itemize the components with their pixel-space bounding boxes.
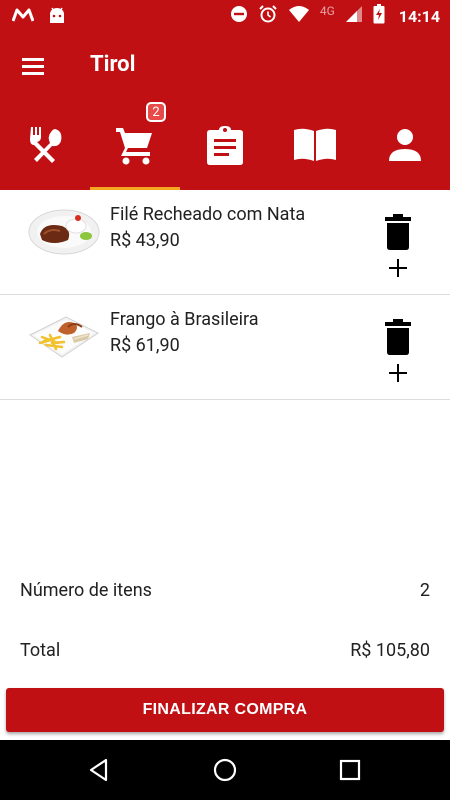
- m-app-icon: [11, 7, 35, 27]
- steak-dish-image: [28, 204, 100, 256]
- plus-icon: [386, 259, 410, 284]
- trash-icon: [384, 319, 412, 359]
- back-button[interactable]: [86, 756, 114, 784]
- alarm-icon: [258, 4, 278, 28]
- item-price: R$ 61,90: [110, 335, 180, 356]
- total-value: R$ 105,80: [350, 640, 430, 661]
- recents-icon: [336, 759, 364, 788]
- battery-icon: [373, 4, 385, 28]
- signal-icon: [345, 5, 363, 27]
- home-icon: [211, 758, 239, 788]
- increase-quantity-button[interactable]: [386, 256, 410, 280]
- book-icon: [293, 127, 337, 163]
- cart-badge: 2: [146, 102, 166, 122]
- menu-icon: [20, 58, 46, 86]
- remove-item-button[interactable]: [384, 319, 412, 355]
- app-title: Tirol: [90, 52, 136, 77]
- total-row: Total R$ 105,80: [20, 640, 430, 661]
- back-icon: [86, 758, 114, 788]
- cart-item: Frango à Brasileira R$ 61,90: [0, 295, 450, 400]
- tab-menu[interactable]: [0, 100, 90, 190]
- do-not-disturb-icon: [230, 5, 248, 27]
- tab-bar: 2: [0, 100, 450, 190]
- total-label: Total: [20, 640, 61, 661]
- clipboard-icon: [206, 125, 244, 165]
- item-count-row: Número de itens 2: [20, 580, 430, 601]
- cart-icon: [114, 124, 156, 166]
- item-count-label: Número de itens: [20, 580, 152, 601]
- android-icon: [48, 6, 66, 28]
- cart-item: Filé Recheado com Nata R$ 43,90: [0, 190, 450, 295]
- system-nav-bar: [0, 740, 450, 800]
- tab-about[interactable]: [270, 100, 360, 190]
- menu-button[interactable]: [20, 52, 50, 82]
- home-button[interactable]: [211, 756, 239, 784]
- chicken-fries-dish-image: [28, 309, 100, 361]
- checkout-button[interactable]: FINALIZAR COMPRA: [6, 688, 444, 732]
- remove-item-button[interactable]: [384, 214, 412, 250]
- tab-cart[interactable]: 2: [90, 100, 180, 190]
- utensils-icon: [25, 125, 65, 165]
- app-bar: Tirol: [0, 32, 450, 100]
- wifi-icon: [288, 5, 310, 27]
- item-name: Filé Recheado com Nata: [110, 204, 306, 225]
- tab-profile[interactable]: [360, 100, 450, 190]
- item-name: Frango à Brasileira: [110, 309, 259, 330]
- status-bar: 4G 14:14: [0, 0, 450, 32]
- network-type: 4G: [319, 4, 335, 18]
- increase-quantity-button[interactable]: [386, 361, 410, 385]
- recents-button[interactable]: [336, 756, 364, 784]
- tab-orders[interactable]: [180, 100, 270, 190]
- plus-icon: [386, 364, 410, 389]
- person-icon: [387, 127, 423, 163]
- item-count-value: 2: [419, 580, 430, 601]
- clock: 14:14: [398, 6, 440, 26]
- item-price: R$ 43,90: [110, 230, 180, 251]
- trash-icon: [384, 214, 412, 254]
- cart-list: Filé Recheado com Nata R$ 43,90 Frango à…: [0, 190, 450, 400]
